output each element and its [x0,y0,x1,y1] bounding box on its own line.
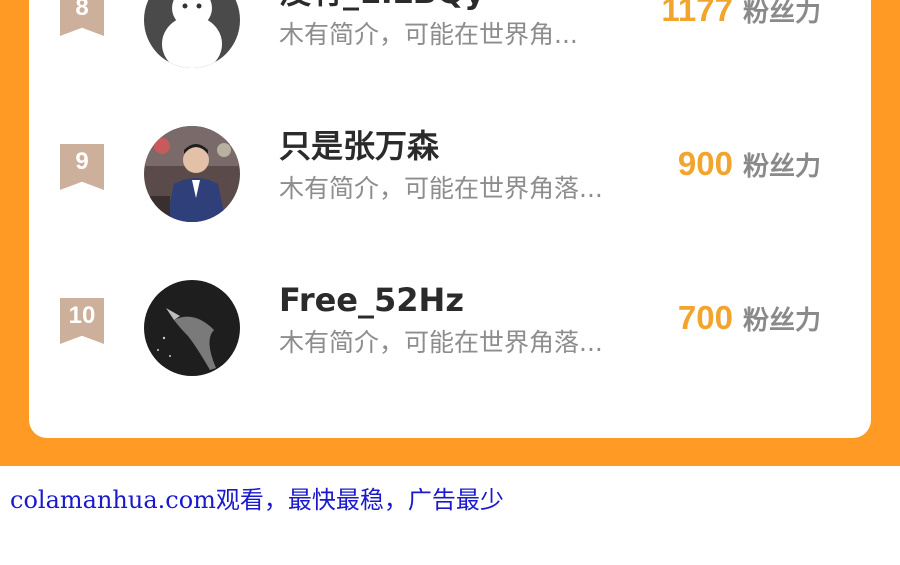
rank-badge: 8 [60,0,104,36]
fans-unit: 粉丝力 [742,0,821,28]
user-name[interactable]: Free_52Hz [279,280,464,320]
fans-number: 900 [677,145,733,182]
user-name[interactable]: 没有_1lLBQy [279,0,485,12]
fans-unit: 粉丝力 [742,152,821,182]
rank-badge: 9 [60,144,104,190]
ranking-row-9[interactable]: 9 只是张万森 木有简介，可能在世界角落... 900 粉丝力 [29,126,871,236]
user-bio: 木有简介，可能在世界角... [279,20,578,49]
fans-count: 900 粉丝力 [678,144,821,190]
user-bio: 木有简介，可能在世界角落... [279,328,603,357]
fans-unit: 粉丝力 [742,306,821,336]
fans-number: 1177 [661,0,733,28]
fans-count: 700 粉丝力 [678,298,821,344]
ranking-row-8[interactable]: 8 没有_1lLBQy 木有简介，可能在世界角... 1177 粉丝力 [29,0,871,82]
fans-ranking-card: 8 没有_1lLBQy 木有简介，可能在世界角... 1177 粉丝力 9 [29,0,871,438]
fans-count: 1177 粉丝力 [661,0,821,36]
whale-tail-dark-avatar-icon[interactable] [144,280,240,376]
ghost-character-avatar-icon[interactable] [144,0,240,68]
rank-badge: 10 [60,298,104,344]
fans-number: 700 [677,299,733,336]
ranking-row-10[interactable]: 10 Free_52Hz 木有简介，可能在世界角落... 700 粉丝力 [29,280,871,390]
user-name[interactable]: 只是张万森 [279,126,439,166]
user-bio: 木有简介，可能在世界角落... [279,174,603,203]
man-in-suit-photo-avatar-icon[interactable] [144,126,240,222]
site-watermark: colamanhua.com观看，最快最稳，广告最少 [10,486,504,514]
